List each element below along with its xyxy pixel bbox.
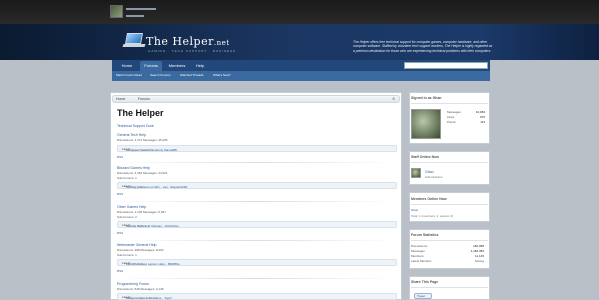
stat-value: 1,182,384: [470, 249, 484, 253]
top-strip: [0, 0, 599, 24]
signed-in-heading: Signed in as Ghan: [411, 96, 442, 100]
stat-label: Messages:: [411, 249, 426, 253]
forum-title[interactable]: General Tech Help: [117, 133, 146, 137]
tab-members[interactable]: Members: [165, 61, 189, 71]
divider: [117, 162, 397, 163]
stat-value: 113: [480, 120, 485, 124]
staff-avatar[interactable]: [411, 168, 421, 178]
forum-node: Other Games Help Discussions: 1,145 Mess…: [117, 205, 397, 237]
site-tagline: GAMING · TECH SUPPORT · BUSINESS: [148, 49, 237, 53]
stat-label: Members:: [411, 254, 425, 258]
breadcrumb-collapse-icon[interactable]: ⊗: [392, 96, 395, 101]
breadcrumb-forums[interactable]: Forums: [138, 97, 150, 101]
online-members-total: Total: 1 (members: 1, guests: 0): [411, 214, 454, 218]
forum-subforums: Sub-Forums: 1: [117, 253, 137, 257]
site-header: [0, 24, 599, 60]
forum-title[interactable]: Webmaster General Help: [117, 243, 156, 247]
rss-link[interactable]: RSS: [117, 231, 123, 235]
tweet-button[interactable]: Tweet: [414, 293, 432, 299]
stat-value: 11,145: [475, 254, 484, 258]
latest-member-link[interactable]: belong: [464, 259, 484, 263]
share-heading: Share This Page: [411, 280, 439, 284]
members-online-heading: Members Online Now: [411, 197, 447, 201]
forum-stats: Discussions: 1,145 Messages: 6,997: [117, 210, 166, 214]
subnav-search-forums[interactable]: Search Forums: [150, 73, 171, 77]
forum-stats: Discussions: 4,364 Messages: 24,921: [117, 171, 168, 175]
category-title[interactable]: Technical Support Zone: [117, 124, 154, 128]
tab-forums[interactable]: Forums: [140, 61, 162, 71]
breadcrumb: [112, 95, 400, 103]
laptop-logo-icon[interactable]: [122, 28, 146, 50]
staff-online-heading: Staff Online Now: [411, 155, 439, 159]
divider: [411, 103, 488, 104]
forum-stats: Discussions: 4,371 Messages: 25,466: [117, 138, 168, 142]
forum-latest[interactable]: Latest: First Photoshop Layout, Help... …: [117, 259, 397, 266]
divider: [117, 278, 397, 279]
search-input[interactable]: [404, 62, 488, 69]
user-avatar[interactable]: [411, 109, 441, 139]
forum-title[interactable]: Programming Forum: [117, 282, 149, 286]
forum-node: Blizzard Games Help Discussions: 4,364 M…: [117, 166, 397, 198]
forum-subforums: Sub-Forums: 2: [117, 215, 137, 219]
forum-stats-heading: Forum Statistics: [411, 233, 439, 237]
stat-label: Discussions:: [411, 244, 428, 248]
forum-stats: Discussions: 998 Messages: 8,200: [117, 248, 164, 252]
subnav-whats-new[interactable]: What's New?: [213, 73, 231, 77]
site-description: The Helper offers free technical support…: [353, 40, 493, 53]
stat-value: 976: [479, 115, 485, 119]
forum-latest[interactable]: Latest: Serious Battlefield Vietnam... R…: [117, 221, 397, 228]
divider: [117, 201, 397, 202]
forum-latest[interactable]: Latest: Nothing problems on WC... can.. …: [117, 182, 397, 189]
divider: [411, 162, 488, 163]
stat-value: 10,084: [475, 110, 485, 114]
forum-title[interactable]: Other Games Help: [117, 205, 146, 209]
forum-node: Webmaster General Help Discussions: 998 …: [117, 243, 397, 275]
stat-label: Latest Member:: [411, 259, 432, 263]
tab-help[interactable]: Help: [193, 61, 207, 71]
divider: [411, 240, 488, 241]
stat-label: Points:: [447, 120, 457, 124]
stat-value: 182,958: [473, 244, 484, 248]
subnav-watched-threads[interactable]: Watched Threads: [180, 73, 204, 77]
forum-node: General Tech Help Discussions: 4,371 Mes…: [117, 133, 397, 163]
top-user-line: [126, 8, 156, 10]
divider: [411, 204, 488, 205]
forum-latest[interactable]: Latest: Computer freezes randomly Samad8…: [117, 145, 397, 152]
divider: [117, 240, 397, 241]
stat-label: Likes:: [447, 115, 455, 119]
forum-stats: Discussions: 545 Messages: 4,148: [117, 287, 164, 291]
divider: [411, 287, 488, 288]
forum-node: Programming Forum Discussions: 545 Messa…: [117, 282, 397, 300]
tab-home[interactable]: Home: [118, 61, 136, 71]
page-title: The Helper: [117, 108, 164, 118]
site-logo[interactable]: The Helper.net: [146, 35, 230, 48]
online-member-link[interactable]: Ghan: [411, 208, 418, 212]
top-user-line-2: [126, 15, 144, 17]
forum-latest[interactable]: Latest: Merge txt files and remove... Sy…: [117, 293, 397, 300]
breadcrumb-home[interactable]: Home: [116, 97, 125, 101]
staff-name[interactable]: Ghan: [425, 170, 434, 174]
staff-role: Administrator: [425, 175, 443, 179]
rss-link[interactable]: RSS: [117, 269, 123, 273]
forum-title[interactable]: Blizzard Games Help: [117, 166, 150, 170]
rss-link[interactable]: RSS: [117, 155, 123, 159]
forum-subforums: Sub-Forums: 1: [117, 176, 137, 180]
user-avatar-small[interactable]: [110, 5, 123, 18]
rss-link[interactable]: RSS: [117, 192, 123, 196]
subnav-mark-read[interactable]: Mark Forums Read: [116, 73, 142, 77]
stat-label: Messages:: [447, 110, 462, 114]
